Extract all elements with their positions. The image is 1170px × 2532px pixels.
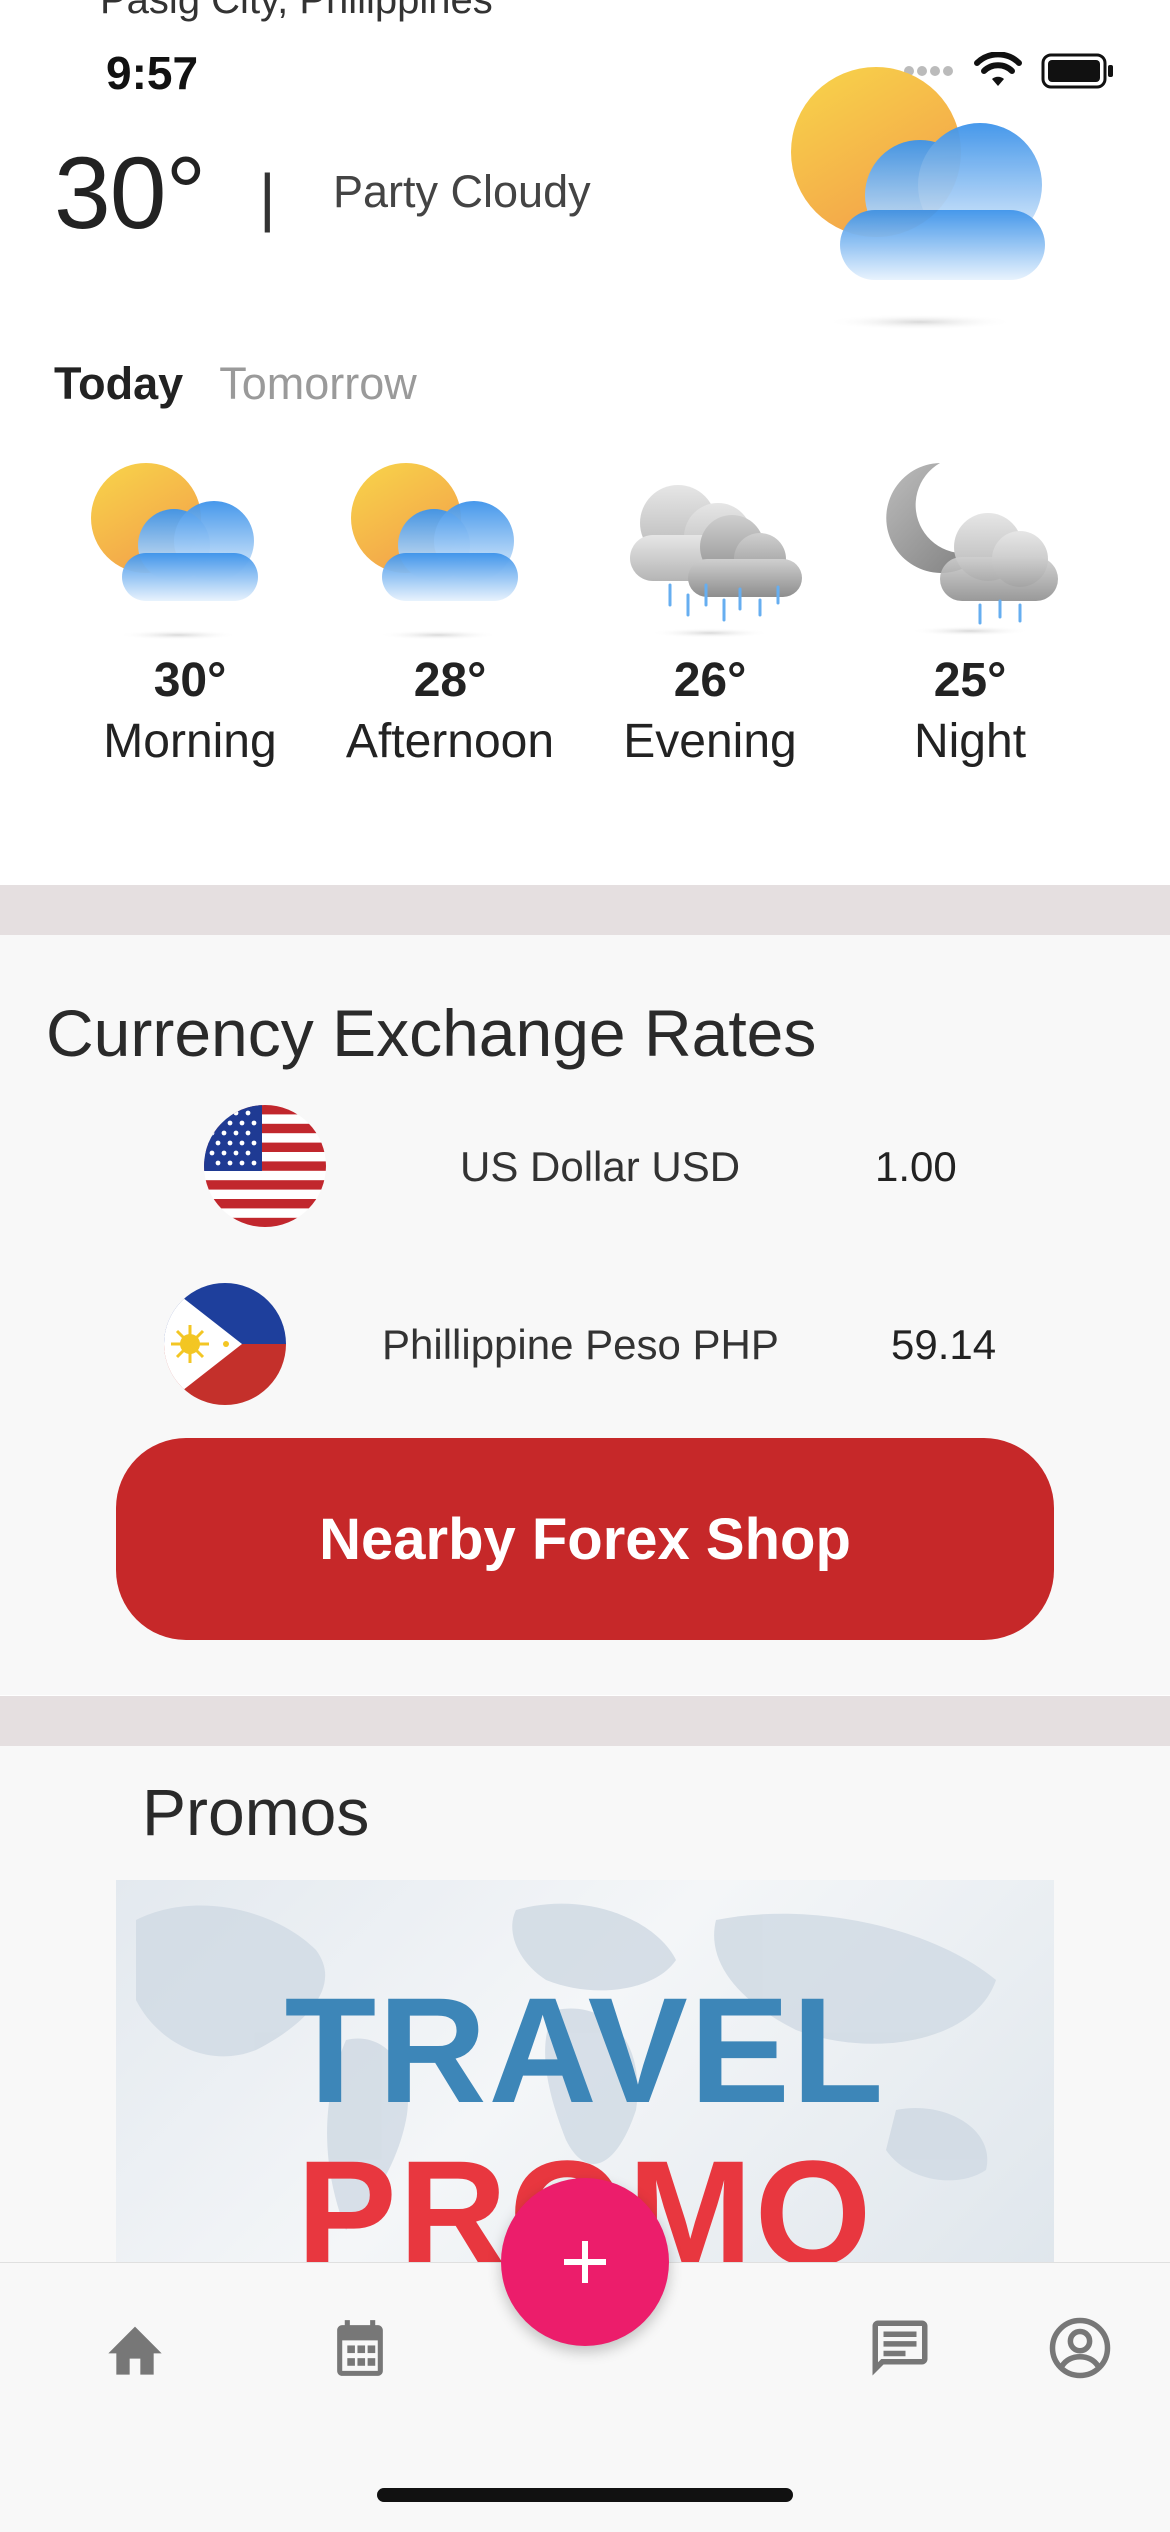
nav-messages[interactable] [855, 2303, 945, 2393]
add-button[interactable] [501, 2178, 669, 2346]
separator: | [259, 161, 276, 233]
tab-tomorrow[interactable]: Tomorrow [219, 358, 417, 410]
period-label: Night [913, 715, 1027, 768]
rate-value: 59.14 [891, 1321, 997, 1368]
period-label: Morning [103, 715, 277, 768]
nav-account[interactable] [1035, 2303, 1125, 2393]
current-temperature: 30° [54, 136, 206, 250]
location-label[interactable]: Pasig City, Philippines [100, 0, 493, 23]
rate-row-php[interactable]: Phillippine Peso PHP 59.14 [0, 1283, 1170, 1413]
promos-title: Promos [142, 1775, 370, 1849]
status-time: 9:57 [106, 47, 199, 99]
promo-line-1: TRAVEL [285, 1966, 886, 2134]
partly-cloudy-icon [351, 463, 518, 640]
period-evening: 26° Evening [580, 455, 840, 769]
period-temp: 25° [933, 654, 1007, 707]
account-icon [1049, 2317, 1111, 2379]
section-divider [0, 1696, 1170, 1746]
period-label: Afternoon [345, 715, 555, 768]
currency-title: Currency Exchange Rates [46, 996, 817, 1070]
period-temp: 26° [673, 654, 747, 707]
period-afternoon: 28° Afternoon [320, 455, 580, 769]
currency-section: Currency Exchange Rates US Dollar USD 1.… [0, 935, 1170, 1695]
nearby-forex-shop-button[interactable]: Nearby Forex Shop [116, 1438, 1054, 1640]
period-forecast-list: 30° Morning 28° Afternoon 26° Evening 25… [60, 455, 1110, 769]
nav-home[interactable] [90, 2303, 180, 2393]
period-temp: 28° [413, 654, 487, 707]
chat-icon [872, 2320, 928, 2376]
day-tabs: Today Tomorrow [54, 358, 417, 410]
add-icon [564, 2241, 606, 2283]
rate-row-usd[interactable]: US Dollar USD 1.00 [0, 1105, 1170, 1235]
current-condition: Party Cloudy [333, 166, 591, 217]
us-flag-icon [204, 1105, 326, 1227]
partly-cloudy-icon [791, 67, 1045, 330]
rain-cloud-icon [630, 485, 802, 638]
period-night: 25° Night [840, 455, 1100, 769]
rate-name: US Dollar USD [460, 1143, 741, 1190]
section-divider [0, 885, 1170, 935]
rate-name: Phillippine Peso PHP [382, 1321, 779, 1368]
ph-flag-icon [164, 1283, 286, 1405]
period-morning: 30° Morning [60, 455, 320, 769]
nav-calendar[interactable] [315, 2303, 405, 2393]
period-label: Evening [623, 715, 797, 768]
home-indicator [377, 2488, 793, 2502]
calendar-icon [337, 2320, 383, 2376]
home-icon [108, 2326, 162, 2375]
partly-cloudy-icon [91, 463, 258, 640]
tab-today[interactable]: Today [54, 358, 183, 410]
period-temp: 30° [153, 654, 227, 707]
night-rain-icon [886, 463, 1058, 636]
rate-value: 1.00 [875, 1143, 957, 1190]
